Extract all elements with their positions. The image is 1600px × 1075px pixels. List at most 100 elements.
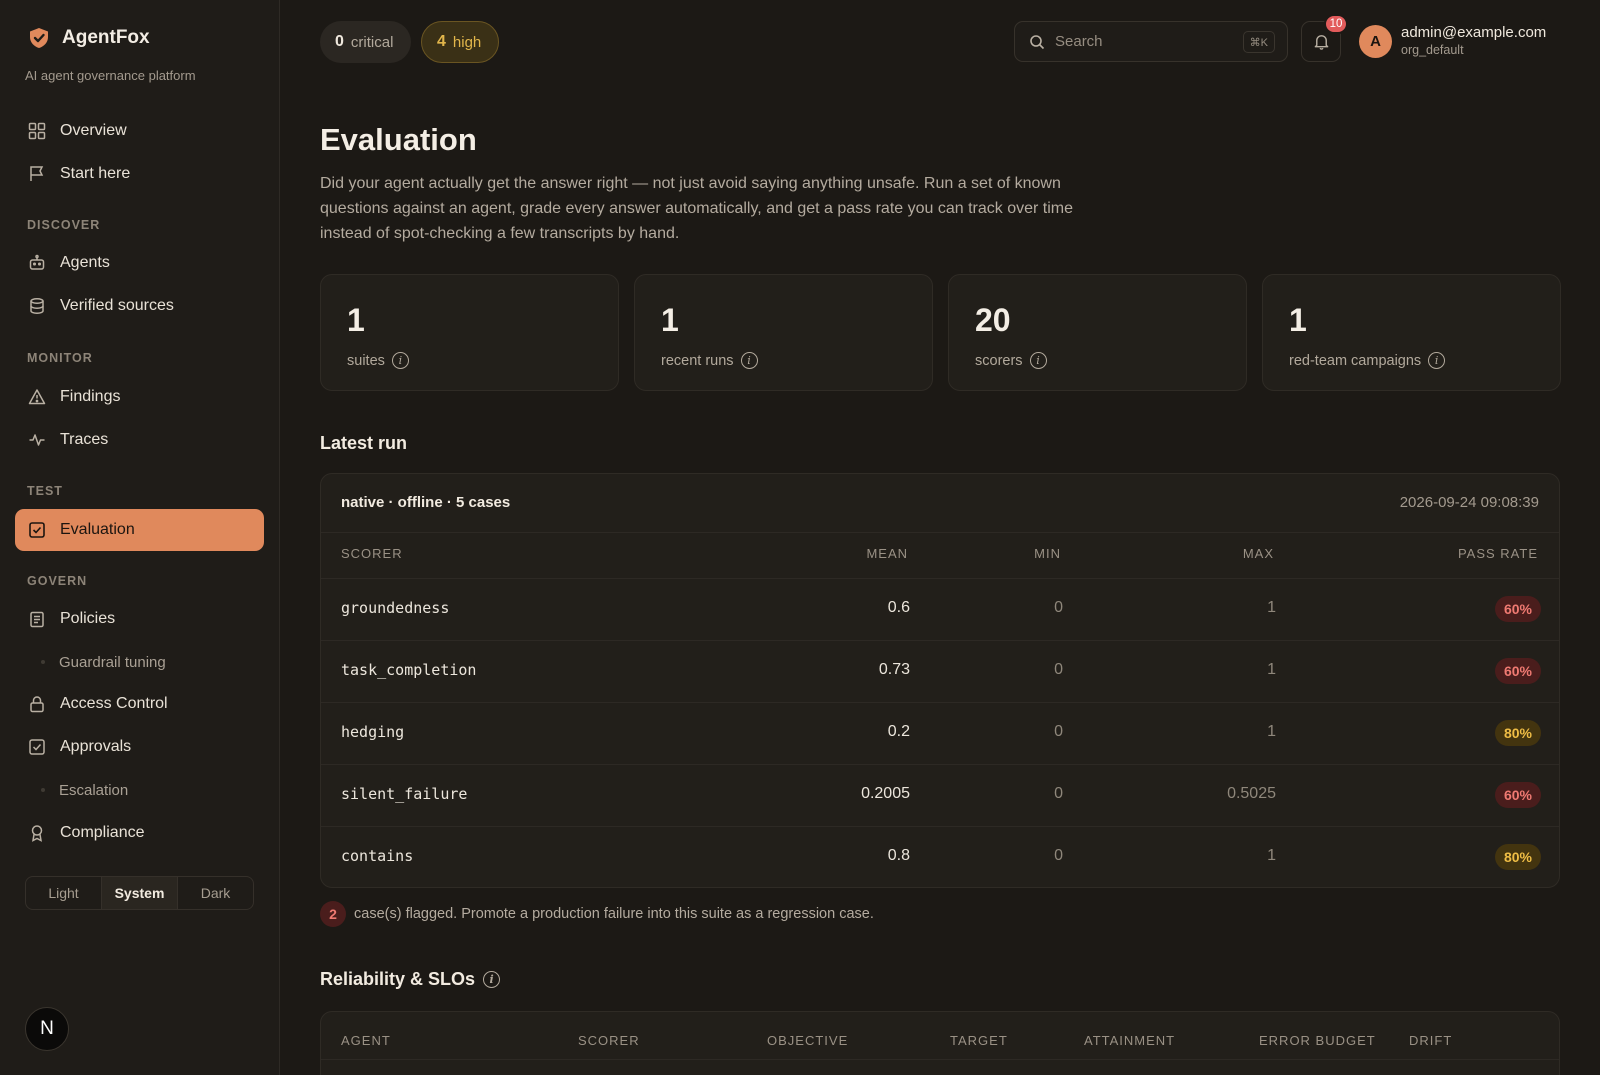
column-header-scorer: SCORER	[578, 1033, 640, 1048]
scorer-name: task_completion	[341, 661, 477, 679]
brand-tagline: AI agent governance platform	[25, 68, 196, 83]
scorer-name: contains	[341, 847, 414, 865]
sidebar-item-guardrail-tuning[interactable]: Guardrail tuning	[15, 645, 264, 679]
min-value: 0	[1054, 723, 1063, 740]
high-findings-pill[interactable]: 4 high	[421, 21, 499, 63]
stat-value: 20	[975, 302, 1011, 338]
info-icon[interactable]: i	[483, 971, 501, 988]
column-header-agent: AGENT	[341, 1033, 391, 1048]
mean-value: 0.2	[887, 723, 910, 740]
stat-value: 1	[347, 302, 365, 338]
column-header-drift: DRIFT	[1409, 1033, 1453, 1048]
table-row[interactable]: silent_failure 0.2005 0 0.5025 60%	[321, 764, 1559, 826]
brand[interactable]: AgentFox	[27, 26, 150, 50]
sidebar-item-label: Evaluation	[60, 521, 135, 538]
stat-label-text: recent runs	[661, 352, 734, 369]
column-header-mean: MEAN	[866, 546, 908, 561]
scorer-name: silent_failure	[341, 785, 468, 803]
theme-system-button[interactable]: System	[101, 877, 178, 909]
stat-value: 1	[661, 302, 679, 338]
scorer-name: hedging	[341, 723, 405, 741]
column-header-scorer: SCORER	[341, 546, 403, 561]
min-value: 0	[1054, 661, 1063, 678]
avatar[interactable]: A	[1359, 25, 1392, 58]
theme-toggle: Light System Dark	[25, 876, 254, 910]
grid-icon	[28, 122, 46, 140]
pass-rate-badge: 60%	[1494, 782, 1541, 808]
sidebar-item-escalation[interactable]: Escalation	[15, 773, 264, 807]
table-row[interactable]: task_completion 0.73 0 1 60%	[321, 640, 1559, 702]
theme-light-button[interactable]: Light	[26, 877, 101, 909]
table-row[interactable]: groundedness 0.6 0 1 60%	[321, 578, 1559, 640]
search-shortcut: ⌘K	[1242, 31, 1275, 53]
info-icon[interactable]: i	[1428, 352, 1446, 369]
pass-rate-badge: 60%	[1494, 658, 1541, 684]
sidebar-item-label: Policies	[60, 610, 116, 627]
min-value: 0	[1054, 599, 1063, 616]
reliability-title: Reliability & SLOs	[320, 969, 476, 989]
user-email[interactable]: admin@example.com	[1401, 24, 1546, 41]
pass-rate-badge: 80%	[1494, 720, 1541, 746]
stat-value: 1	[1289, 302, 1307, 338]
high-label: high	[452, 33, 482, 51]
sidebar-item-policies[interactable]: Policies	[15, 598, 264, 640]
activity-icon	[29, 434, 45, 446]
theme-dark-button[interactable]: Dark	[178, 877, 253, 909]
section-label-test: TEST	[27, 484, 63, 498]
critical-label: critical	[350, 33, 394, 51]
sidebar-item-approvals[interactable]: Approvals	[15, 726, 264, 768]
sidebar-item-findings[interactable]: Findings	[15, 376, 264, 418]
warning-icon	[28, 389, 46, 405]
sidebar-item-start-here[interactable]: Start here	[15, 153, 264, 195]
latest-run-heading: Latest run	[320, 433, 408, 453]
mean-value: 0.8	[887, 847, 910, 864]
latest-run-card: native · offline · 5 cases 2026-09-24 09…	[320, 473, 1560, 888]
column-header-max: MAX	[1242, 546, 1274, 561]
sidebar-item-label: Overview	[60, 122, 127, 139]
flagged-count-badge: 2	[320, 901, 346, 927]
database-icon	[30, 298, 44, 314]
sidebar-item-label: Findings	[60, 388, 121, 405]
divider	[321, 532, 1559, 533]
sidebar-item-traces[interactable]: Traces	[15, 419, 264, 461]
sidebar-item-evaluation[interactable]: Evaluation	[15, 509, 264, 551]
run-header: native · offline · 5 cases	[341, 494, 511, 511]
pass-rate-badge: 80%	[1494, 844, 1541, 870]
info-icon[interactable]: i	[391, 352, 409, 369]
stat-label: suites i	[347, 352, 409, 369]
mean-value: 0.73	[878, 661, 910, 678]
table-row[interactable]: contains 0.8 0 1 80%	[321, 826, 1559, 887]
sidebar-item-overview[interactable]: Overview	[15, 110, 264, 152]
section-label-govern: GOVERN	[27, 574, 88, 588]
notification-count-badge: 10	[1324, 14, 1348, 34]
column-header-min: MIN	[1034, 546, 1061, 561]
user-org: org_default	[1401, 43, 1464, 57]
run-timestamp: 2026-09-24 09:08:39	[1399, 494, 1539, 511]
sidebar-item-access-control[interactable]: Access Control	[15, 683, 264, 725]
table-row[interactable]: hedging 0.2 0 1 80%	[321, 702, 1559, 764]
critical-count: 0	[335, 33, 344, 50]
scorer-name: groundedness	[341, 599, 450, 617]
page-title: Evaluation	[320, 122, 477, 157]
bell-icon	[1314, 35, 1328, 50]
max-value: 0.5025	[1227, 785, 1276, 802]
shield-logo-icon	[30, 28, 48, 48]
sidebar-item-label: Approvals	[60, 738, 132, 755]
dev-tools-badge[interactable]: N	[25, 1007, 69, 1051]
mean-value: 0.2005	[861, 785, 910, 802]
flag-icon	[30, 166, 44, 181]
info-icon[interactable]: i	[740, 352, 758, 369]
sidebar-item-compliance[interactable]: Compliance	[15, 812, 264, 854]
stat-card-scorers: 20 scorers i	[948, 274, 1247, 391]
lock-icon	[30, 696, 44, 713]
sidebar-item-agents[interactable]: Agents	[15, 242, 264, 284]
search-input[interactable]: Search ⌘K	[1014, 21, 1288, 62]
sidebar-item-label: Start here	[60, 165, 131, 182]
critical-findings-pill[interactable]: 0 critical	[320, 21, 411, 63]
max-value: 1	[1267, 723, 1276, 740]
column-header-pass-rate: PASS RATE	[1457, 546, 1538, 561]
mean-value: 0.6	[887, 599, 910, 616]
sidebar-item-label: Traces	[60, 431, 109, 448]
info-icon[interactable]: i	[1029, 352, 1047, 369]
sidebar-item-verified-sources[interactable]: Verified sources	[15, 285, 264, 327]
